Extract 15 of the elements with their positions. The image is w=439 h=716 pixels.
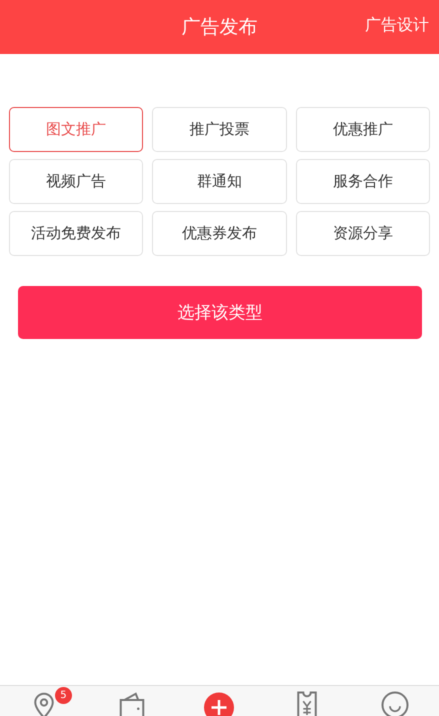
smile-icon[interactable] bbox=[380, 690, 410, 716]
type-option[interactable]: 优惠推广 bbox=[296, 107, 430, 152]
type-option[interactable]: 群通知 bbox=[152, 159, 287, 204]
add-icon[interactable] bbox=[204, 690, 234, 716]
page-title: 广告发布 bbox=[182, 15, 258, 40]
type-option[interactable]: 活动免费发布 bbox=[9, 211, 144, 256]
type-option[interactable]: 推广投票 bbox=[152, 107, 287, 152]
select-type-button[interactable]: 选择该类型 bbox=[18, 286, 422, 339]
type-option[interactable]: 图文推广 bbox=[9, 107, 144, 152]
count-badge: 5 bbox=[54, 687, 72, 704]
location-pin-icon[interactable] bbox=[34, 690, 54, 716]
type-option[interactable]: 服务合作 bbox=[296, 159, 430, 204]
type-option[interactable]: 视频广告 bbox=[9, 159, 144, 204]
type-option[interactable]: 资源分享 bbox=[296, 211, 430, 256]
type-option[interactable]: 优惠券发布 bbox=[152, 211, 287, 256]
